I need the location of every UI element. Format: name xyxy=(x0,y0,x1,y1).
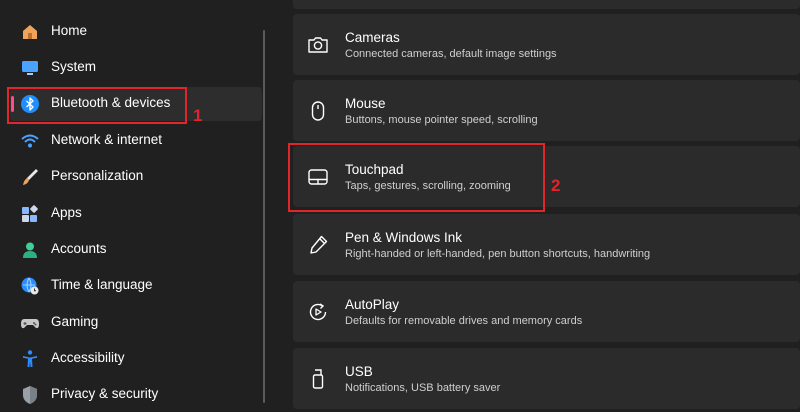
sidebar-item-accessibility[interactable]: Accessibility xyxy=(10,342,262,376)
sidebar-item-home[interactable]: Home xyxy=(10,15,262,49)
pen-icon xyxy=(310,235,328,254)
apps-icon xyxy=(22,205,38,222)
system-icon xyxy=(22,61,38,75)
card-title: USB xyxy=(345,364,373,379)
accessibility-icon xyxy=(23,350,37,367)
usb-icon xyxy=(312,369,324,389)
card-subtitle: Connected cameras, default image setting… xyxy=(345,48,557,60)
settings-card-cameras[interactable]: Cameras Connected cameras, default image… xyxy=(293,14,800,75)
settings-card-usb[interactable]: USB Notifications, USB battery saver xyxy=(293,348,800,409)
sidebar-item-label: Home xyxy=(51,23,88,38)
card-title: Mouse xyxy=(345,96,386,111)
card-subtitle: Right-handed or left-handed, pen button … xyxy=(345,248,651,260)
sidebar-item-accounts[interactable]: Accounts xyxy=(10,233,262,267)
sidebar-item-system[interactable]: System xyxy=(10,51,262,85)
sidebar-scrollbar[interactable] xyxy=(263,30,265,403)
sidebar-item-label: Privacy & security xyxy=(51,386,159,401)
sidebar-item-label: Accounts xyxy=(51,241,107,256)
highlight-box-step-1 xyxy=(7,87,187,124)
settings-card-autoplay[interactable]: AutoPlay Defaults for removable drives a… xyxy=(293,281,800,342)
highlight-box-step-2 xyxy=(288,143,545,212)
wifi-icon xyxy=(21,134,39,148)
camera-icon xyxy=(308,37,328,53)
card-subtitle: Notifications, USB battery saver xyxy=(345,382,501,394)
sidebar-item-privacy-security[interactable]: Privacy & security xyxy=(10,378,262,412)
settings-card-mouse[interactable]: Mouse Buttons, mouse pointer speed, scro… xyxy=(293,80,800,141)
sidebar-item-apps[interactable]: Apps xyxy=(10,197,262,231)
brush-icon xyxy=(23,169,38,185)
sidebar-item-label: Apps xyxy=(51,205,82,220)
account-icon xyxy=(23,242,37,258)
shield-icon xyxy=(23,386,37,404)
card-title: Pen & Windows Ink xyxy=(345,230,463,245)
sidebar-item-label: Accessibility xyxy=(51,350,125,365)
card-title: Cameras xyxy=(345,30,400,45)
sidebar-item-label: System xyxy=(51,59,97,74)
settings-sidebar: Home System Bluetooth & devices Network … xyxy=(0,0,262,404)
sidebar-item-time-language[interactable]: Time & language xyxy=(10,269,262,303)
globe-clock-icon xyxy=(21,277,39,295)
mouse-icon xyxy=(311,101,325,121)
sidebar-item-label: Gaming xyxy=(51,314,99,329)
step-number-2: 2 xyxy=(551,176,561,195)
card-subtitle: Defaults for removable drives and memory… xyxy=(345,315,583,327)
step-number-1: 1 xyxy=(193,106,203,125)
sidebar-item-label: Personalization xyxy=(51,168,144,183)
sidebar-item-personalization[interactable]: Personalization xyxy=(10,160,262,194)
gamepad-icon xyxy=(21,319,39,329)
sidebar-item-label: Time & language xyxy=(51,277,153,292)
sidebar-item-gaming[interactable]: Gaming xyxy=(10,306,262,340)
home-icon xyxy=(23,25,37,39)
card-title: AutoPlay xyxy=(345,297,400,312)
card-subtitle: Buttons, mouse pointer speed, scrolling xyxy=(345,114,538,126)
sidebar-item-label: Network & internet xyxy=(51,132,163,147)
settings-card-partial[interactable] xyxy=(293,0,800,9)
autoplay-icon xyxy=(309,303,327,321)
settings-card-pen-windows-ink[interactable]: Pen & Windows Ink Right-handed or left-h… xyxy=(293,214,800,275)
sidebar-item-network-internet[interactable]: Network & internet xyxy=(10,124,262,158)
